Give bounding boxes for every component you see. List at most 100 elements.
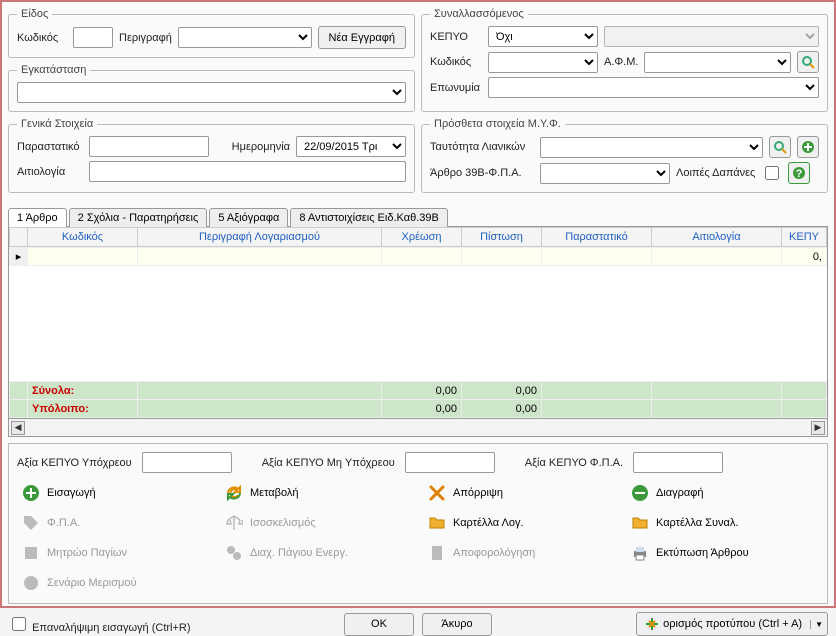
cancel-button[interactable]: Άκυρο: [422, 613, 492, 636]
split-button: Σενάριο Μερισμού: [17, 571, 210, 595]
tab-comments[interactable]: 2 Σχόλια - Παρατηρήσεις: [69, 208, 208, 227]
scroll-right-icon[interactable]: ▶: [811, 421, 825, 435]
descr-select[interactable]: [178, 27, 312, 48]
printer-icon: [630, 543, 650, 563]
kepyo-actions-panel: Αξία ΚΕΠΥΟ Υπόχρεου Αξία ΚΕΠΥΟ Μη Υπόχρε…: [8, 443, 828, 604]
col-descr[interactable]: Περιγραφή Λογαριασμού: [138, 228, 382, 247]
tab-article[interactable]: 1 Άρθρο: [8, 208, 67, 227]
plus-circle-icon: [21, 483, 41, 503]
balance-button: Ισοσκελισμός: [220, 511, 413, 535]
kepyo-liable-input[interactable]: [142, 452, 232, 473]
date-label: Ημερομηνία: [232, 141, 290, 153]
book-icon: [21, 543, 41, 563]
installation-select[interactable]: [17, 82, 406, 103]
doc-icon: [427, 543, 447, 563]
main-window: Είδος Κωδικός Περιγραφή Νέα Εγγραφή Εγκα…: [0, 0, 836, 608]
chevron-down-icon[interactable]: ▼: [810, 620, 827, 629]
counterparty-group: Συναλλασσόμενος ΚΕΠΥΟ Όχι Κωδικός Α.Φ.Μ.…: [421, 8, 828, 112]
myf-legend: Πρόσθετα στοιχεία Μ.Υ.Φ.: [430, 118, 565, 130]
folder-icon: [427, 513, 447, 533]
code-input[interactable]: [73, 27, 113, 48]
grid: Κωδικός Περιγραφή Λογαριασμού Χρέωση Πίσ…: [8, 227, 828, 419]
horizontal-scrollbar[interactable]: ◀ ▶: [8, 419, 828, 437]
installation-legend: Εγκατάσταση: [17, 64, 90, 76]
fpa-button: Φ.Π.Α.: [17, 511, 210, 535]
afm-select[interactable]: [644, 52, 791, 73]
kepyo-nonliable-label: Αξία ΚΕΠΥΟ Μη Υπόχρεου: [262, 457, 395, 469]
name-select[interactable]: [488, 77, 819, 98]
date-select[interactable]: 22/09/2015 Τρι: [296, 136, 406, 157]
col-credit[interactable]: Πίστωση: [462, 228, 542, 247]
kepyo-nonliable-input[interactable]: [405, 452, 495, 473]
tab-securities[interactable]: 5 Αξιόγραφα: [209, 208, 288, 227]
insert-button[interactable]: Εισαγωγή: [17, 481, 210, 505]
name-label: Επωνυμία: [430, 82, 482, 94]
kepyo-fpa-input[interactable]: [633, 452, 723, 473]
search-icon[interactable]: [797, 51, 819, 73]
myf-group: Πρόσθετα στοιχεία Μ.Υ.Φ. Ταυτότητα Λιανι…: [421, 118, 828, 193]
row-indicator-icon: ▸: [10, 248, 28, 266]
code-label: Κωδικός: [17, 32, 67, 44]
cp-code-label: Κωδικός: [430, 56, 482, 68]
delete-button[interactable]: Διαγραφή: [626, 481, 819, 505]
fixed-mgmt-button: Διαχ. Πάγιου Ενεργ.: [220, 541, 413, 565]
total-credit: 0,00: [462, 382, 542, 400]
eidos-group: Είδος Κωδικός Περιγραφή Νέα Εγγραφή: [8, 8, 415, 58]
art39b-label: Άρθρο 39Β-Φ.Π.Α.: [430, 167, 534, 179]
print-button[interactable]: Εκτύπωση Άρθρου: [626, 541, 819, 565]
balance-debit: 0,00: [382, 400, 462, 418]
balance-icon: [224, 513, 244, 533]
x-icon: [427, 483, 447, 503]
tag-icon: [21, 513, 41, 533]
retail-search-icon[interactable]: [769, 136, 791, 158]
general-group: Γενικά Στοιχεία Παραστατικό Ημερομηνία 2…: [8, 118, 415, 193]
retail-label: Ταυτότητα Λιανικών: [430, 141, 534, 153]
ok-button[interactable]: OK: [344, 613, 414, 636]
reason-input[interactable]: [89, 161, 406, 182]
add-icon[interactable]: [797, 136, 819, 158]
kepyo-fpa-label: Αξία ΚΕΠΥΟ Φ.Π.Α.: [525, 457, 623, 469]
retail-select[interactable]: [540, 137, 763, 158]
minus-circle-icon: [630, 483, 650, 503]
scroll-left-icon[interactable]: ◀: [11, 421, 25, 435]
col-kepyo[interactable]: ΚΕΠΥ: [782, 228, 827, 247]
art39b-select[interactable]: [540, 163, 670, 184]
col-reason[interactable]: Αιτιολογία: [652, 228, 782, 247]
totals: Σύνολα: 0,00 0,00 Υπόλοιπο: 0,00 0,00: [9, 381, 827, 418]
col-debit[interactable]: Χρέωση: [382, 228, 462, 247]
repeat-checkbox-label[interactable]: Επαναλήψιμη εισαγωγή (Ctrl+R): [8, 614, 191, 634]
afm-label: Α.Φ.Μ.: [604, 56, 638, 68]
kepyo-extra-select: [604, 26, 819, 47]
installation-group: Εγκατάσταση: [8, 64, 415, 112]
general-legend: Γενικά Στοιχεία: [17, 118, 97, 130]
total-debit: 0,00: [382, 382, 462, 400]
totals-label: Σύνολα:: [28, 382, 138, 400]
col-selector: [10, 228, 28, 247]
card-account-button[interactable]: Καρτέλλα Λογ.: [423, 511, 616, 535]
modify-button[interactable]: Μεταβολή: [220, 481, 413, 505]
template-button[interactable]: ορισμός προτύπου (Ctrl + A) ▼: [636, 612, 828, 636]
kepyo-select[interactable]: Όχι: [488, 26, 598, 47]
balance-label: Υπόλοιπο:: [28, 400, 138, 418]
table-row[interactable]: ▸ 0,: [10, 248, 827, 266]
folder-icon: [630, 513, 650, 533]
reason-label: Αιτιολογία: [17, 166, 83, 178]
col-doc[interactable]: Παραστατικό: [542, 228, 652, 247]
reject-button[interactable]: Απόρριψη: [423, 481, 616, 505]
tabs: 1 Άρθρο 2 Σχόλια - Παρατηρήσεις 5 Αξιόγρ…: [8, 207, 828, 227]
balance-credit: 0,00: [462, 400, 542, 418]
counterparty-legend: Συναλλασσόμενος: [430, 8, 528, 20]
other-exp-checkbox[interactable]: [765, 166, 779, 180]
template-icon: [645, 617, 659, 631]
detax-button: Αποφορολόγηση: [423, 541, 616, 565]
fixed-registry-button: Μητρώο Παγίων: [17, 541, 210, 565]
col-code[interactable]: Κωδικός: [28, 228, 138, 247]
card-party-button[interactable]: Καρτέλλα Συναλ.: [626, 511, 819, 535]
tab-matching39b[interactable]: 8 Αντιστοιχίσεις Ειδ.Καθ.39Β: [290, 208, 448, 227]
doc-input[interactable]: [89, 136, 209, 157]
new-entry-button[interactable]: Νέα Εγγραφή: [318, 26, 406, 49]
repeat-checkbox[interactable]: [12, 617, 26, 631]
help-icon[interactable]: ?: [788, 162, 810, 184]
doc-label: Παραστατικό: [17, 141, 83, 153]
cp-code-select[interactable]: [488, 52, 598, 73]
